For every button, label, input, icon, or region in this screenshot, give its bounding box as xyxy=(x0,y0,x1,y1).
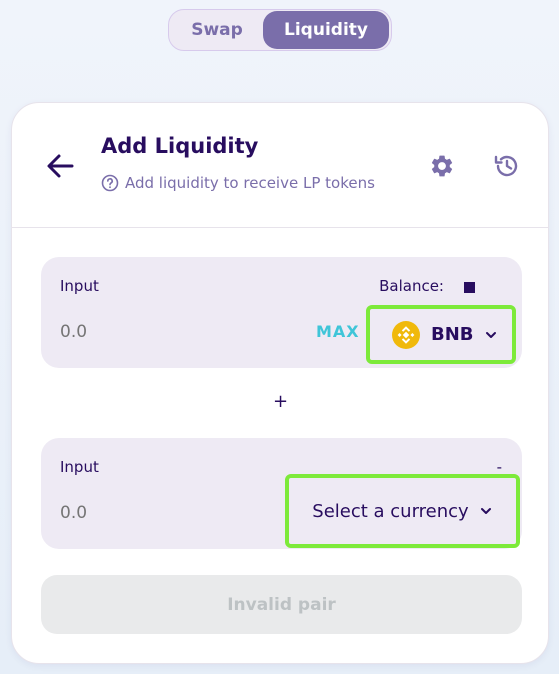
card-header: Add Liquidity Add liquidity to receive L… xyxy=(12,103,548,228)
plus-icon: + xyxy=(273,391,289,412)
add-liquidity-card: Add Liquidity Add liquidity to receive L… xyxy=(11,102,549,664)
input-label: Input xyxy=(60,277,99,295)
invalid-pair-button[interactable]: Invalid pair xyxy=(41,575,522,634)
gear-icon[interactable] xyxy=(429,153,455,179)
select-currency-label: Select a currency xyxy=(312,500,469,522)
currency-input-a: Input Balance: MAX BNB xyxy=(41,257,522,368)
swap-liquidity-toggle: Swap Liquidity xyxy=(168,9,392,51)
token-select-button-b[interactable]: Select a currency xyxy=(285,474,520,548)
balance-label: Balance: xyxy=(379,277,444,295)
tab-liquidity[interactable]: Liquidity xyxy=(263,11,389,49)
token-symbol: BNB xyxy=(431,324,474,345)
history-icon[interactable] xyxy=(492,151,522,181)
chevron-down-icon xyxy=(480,508,491,514)
max-button[interactable]: MAX xyxy=(316,322,360,341)
tab-swap[interactable]: Swap xyxy=(171,11,263,49)
subtitle-text: Add liquidity to receive LP tokens xyxy=(125,174,375,192)
balance-indicator xyxy=(464,282,475,293)
currency-input-b: Input - Select a currency xyxy=(41,438,522,549)
input-label: Input xyxy=(60,458,99,476)
arrow-back-icon[interactable] xyxy=(42,148,78,184)
page-subtitle: Add liquidity to receive LP tokens xyxy=(101,174,375,192)
amount-input-a[interactable] xyxy=(60,322,180,342)
chevron-down-icon xyxy=(485,331,496,338)
page-title: Add Liquidity xyxy=(101,134,259,158)
help-icon[interactable] xyxy=(101,174,119,192)
bnb-logo-icon xyxy=(392,320,420,349)
token-select-button-a[interactable]: BNB xyxy=(366,305,516,364)
amount-input-b[interactable] xyxy=(60,503,180,523)
